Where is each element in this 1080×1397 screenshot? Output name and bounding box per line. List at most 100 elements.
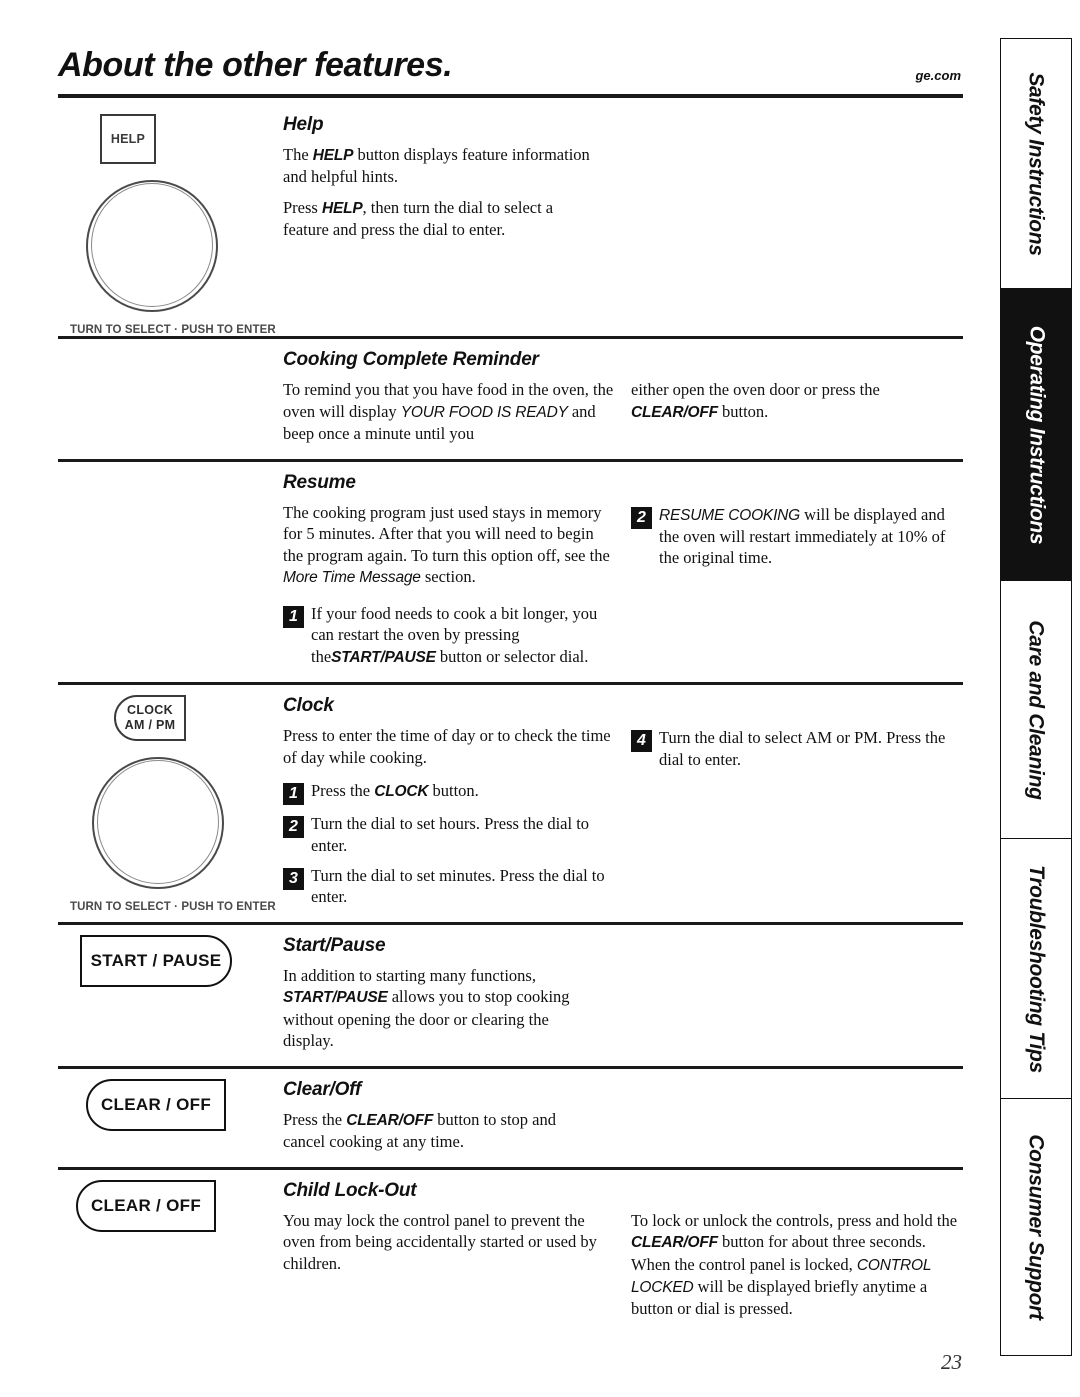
cc-right-pre: either open the oven door or press the (631, 380, 880, 399)
step-number-badge: 2 (283, 816, 304, 839)
resume-s1-post: button or selector dial. (435, 646, 589, 666)
child-lockout-right-paragraph: To lock or unlock the controls, press an… (631, 1210, 963, 1320)
sp-pre: In addition to starting many functions, (283, 965, 536, 985)
clock-step-1-text: Press the CLOCK button. (311, 780, 615, 802)
ge-website-label: ge.com (915, 68, 961, 83)
clock-s1-pre: Press the (311, 781, 375, 801)
dial-caption: TURN TO SELECT · PUSH TO ENTER (70, 901, 276, 914)
start-pause-body-column: Start/Pause In addition to starting many… (283, 925, 963, 1066)
cl-bold: CLEAR/OFF (631, 1234, 718, 1252)
sp-bold: START/PAUSE (283, 989, 388, 1007)
start-pause-art-column: START / PAUSE (58, 925, 283, 1066)
clear-off-button-label: CLEAR / OFF (100, 1095, 211, 1115)
cooking-complete-title: Cooking Complete Reminder (283, 349, 539, 370)
section-clear-off: CLEAR / OFF Clear/Off Press the CLEAR/OF… (58, 1069, 963, 1167)
tab-troubleshooting-tips[interactable]: Troubleshooting Tips (1000, 838, 1072, 1098)
clock-s1-post: button. (428, 781, 479, 801)
cl-pre: To lock or unlock the controls, press an… (631, 1210, 958, 1230)
help-p2-pre: Press (283, 197, 322, 217)
clock-step-4: 4 Turn the dial to select AM or PM. Pres… (631, 727, 963, 770)
page-title: About the other features. (58, 46, 453, 84)
co-bold: CLEAR/OFF (346, 1111, 434, 1129)
clock-art-column: CLOCK AM / PM TURN TO SELECT · PUSH TO E… (58, 685, 283, 922)
cooking-complete-right-paragraph: either open the oven door or press the C… (631, 379, 963, 423)
tab-label: Troubleshooting Tips (1025, 864, 1049, 1073)
tab-consumer-support[interactable]: Consumer Support (1000, 1098, 1072, 1356)
clock-title: Clock (283, 695, 334, 717)
child-lockout-art-column: CLEAR / OFF (58, 1170, 283, 1334)
clock-step-2: 2 Turn the dial to set hours. Press the … (283, 813, 615, 856)
help-p2-bold: HELP (321, 199, 363, 217)
help-body-column: Help The HELP button displays feature in… (283, 104, 963, 336)
tab-label: Care and Cleaning (1025, 619, 1048, 800)
help-button-label: HELP (110, 132, 146, 146)
page-header: About the other features. ge.com (58, 46, 963, 102)
resume-left-paragraph: The cooking program just used stays in m… (283, 502, 615, 589)
page-number: 23 (941, 1350, 962, 1374)
resume-body-column: Resume The cooking program just used sta… (283, 462, 963, 683)
clock-ampm-button-graphic[interactable]: CLOCK AM / PM (114, 695, 186, 742)
section-start-pause: START / PAUSE Start/Pause In addition to… (58, 925, 963, 1066)
tab-operating-instructions[interactable]: Operating Instructions (1000, 288, 1072, 580)
start-pause-button-label: START / PAUSE (90, 950, 222, 970)
cc-right-bold: CLEAR/OFF (631, 403, 718, 421)
step-number-badge: 1 (283, 605, 304, 628)
section-clock: CLOCK AM / PM TURN TO SELECT · PUSH TO E… (58, 685, 963, 922)
clock-body-column: Clock Press to enter the time of day or … (283, 685, 963, 922)
clock-step-3-text: Turn the dial to set minutes. Press the … (311, 865, 605, 907)
section-resume: Resume The cooking program just used sta… (58, 462, 963, 683)
clear-off-art-column: CLEAR / OFF (58, 1069, 283, 1167)
help-paragraph-2: Press HELP, then turn the dial to select… (283, 197, 597, 241)
help-button-graphic[interactable]: HELP (100, 114, 156, 164)
resume-art-column (58, 462, 283, 683)
clear-off-button-graphic[interactable]: CLEAR / OFF (76, 1179, 216, 1232)
tab-care-and-cleaning[interactable]: Care and Cleaning (1000, 580, 1072, 838)
tab-safety-instructions[interactable]: Safety Instructions (1000, 38, 1072, 288)
cooking-complete-body-column: Cooking Complete Reminder To remind you … (283, 339, 963, 459)
start-pause-paragraph: In addition to starting many functions, … (283, 965, 597, 1052)
clear-off-button-graphic[interactable]: CLEAR / OFF (86, 1078, 226, 1131)
resume-step-2-text: RESUME COOKING will be displayed and the… (659, 504, 963, 570)
selector-dial-graphic[interactable] (92, 757, 224, 890)
tab-label: Operating Instructions (1025, 325, 1048, 544)
dial-caption: TURN TO SELECT · PUSH TO ENTER (70, 324, 276, 336)
clock-button-label-line1: CLOCK (127, 702, 173, 717)
selector-dial-graphic[interactable] (86, 180, 218, 312)
step-number-badge: 4 (631, 730, 652, 753)
clock-button-label-line2: AM / PM (124, 718, 176, 733)
co-pre: Press the (283, 1109, 347, 1129)
resume-step-1: 1 If your food needs to cook a bit longe… (283, 603, 615, 669)
clock-intro-paragraph: Press to enter the time of day or to che… (283, 726, 611, 767)
clock-step-3: 3 Turn the dial to set minutes. Press th… (283, 865, 615, 908)
child-lockout-button-label: CLEAR / OFF (90, 1196, 201, 1216)
section-child-lockout: CLEAR / OFF Child Lock-Out You may lock … (58, 1170, 963, 1334)
resume-more-time-message: More Time Message (283, 569, 421, 587)
cc-right-post: button. (717, 401, 769, 421)
clear-off-paragraph: Press the CLEAR/OFF button to stop and c… (283, 1109, 597, 1153)
step-number-badge: 2 (631, 506, 652, 529)
help-title: Help (283, 114, 324, 135)
clock-s1-bold: CLOCK (374, 783, 429, 801)
resume-left-post: section. (420, 567, 476, 587)
resume-step-2: 2 RESUME COOKING will be displayed and t… (631, 504, 963, 570)
resume-cooking-display-text: RESUME COOKING (659, 506, 801, 524)
help-p1-pre: The (283, 145, 313, 164)
help-paragraph-1: The HELP button displays feature informa… (283, 144, 597, 188)
step-number-badge: 3 (283, 867, 304, 890)
content-area: HELP TURN TO SELECT · PUSH TO ENTER Help… (58, 104, 963, 1334)
child-lockout-title: Child Lock-Out (283, 1179, 417, 1201)
clock-step-1: 1 Press the CLOCK button. (283, 780, 615, 806)
start-pause-button-graphic[interactable]: START / PAUSE (80, 934, 232, 987)
cooking-complete-art-column (58, 339, 283, 459)
cc-display-text: YOUR FOOD IS READY (400, 403, 568, 421)
tab-label: Consumer Support (1025, 1134, 1048, 1320)
manual-page: About the other features. ge.com HELP TU… (0, 0, 1080, 1397)
clock-step-2-text: Turn the dial to set hours. Press the di… (311, 814, 590, 855)
help-p1-bold: HELP (312, 147, 354, 164)
clock-step-4-text: Turn the dial to select AM or PM. Press … (659, 728, 946, 769)
child-lockout-left-paragraph: You may lock the control panel to preven… (283, 1210, 597, 1274)
cooking-complete-left-paragraph: To remind you that you have food in the … (283, 379, 615, 445)
clear-off-title: Clear/Off (283, 1078, 362, 1100)
child-lockout-body-column: Child Lock-Out You may lock the control … (283, 1170, 963, 1334)
section-help: HELP TURN TO SELECT · PUSH TO ENTER Help… (58, 104, 963, 336)
